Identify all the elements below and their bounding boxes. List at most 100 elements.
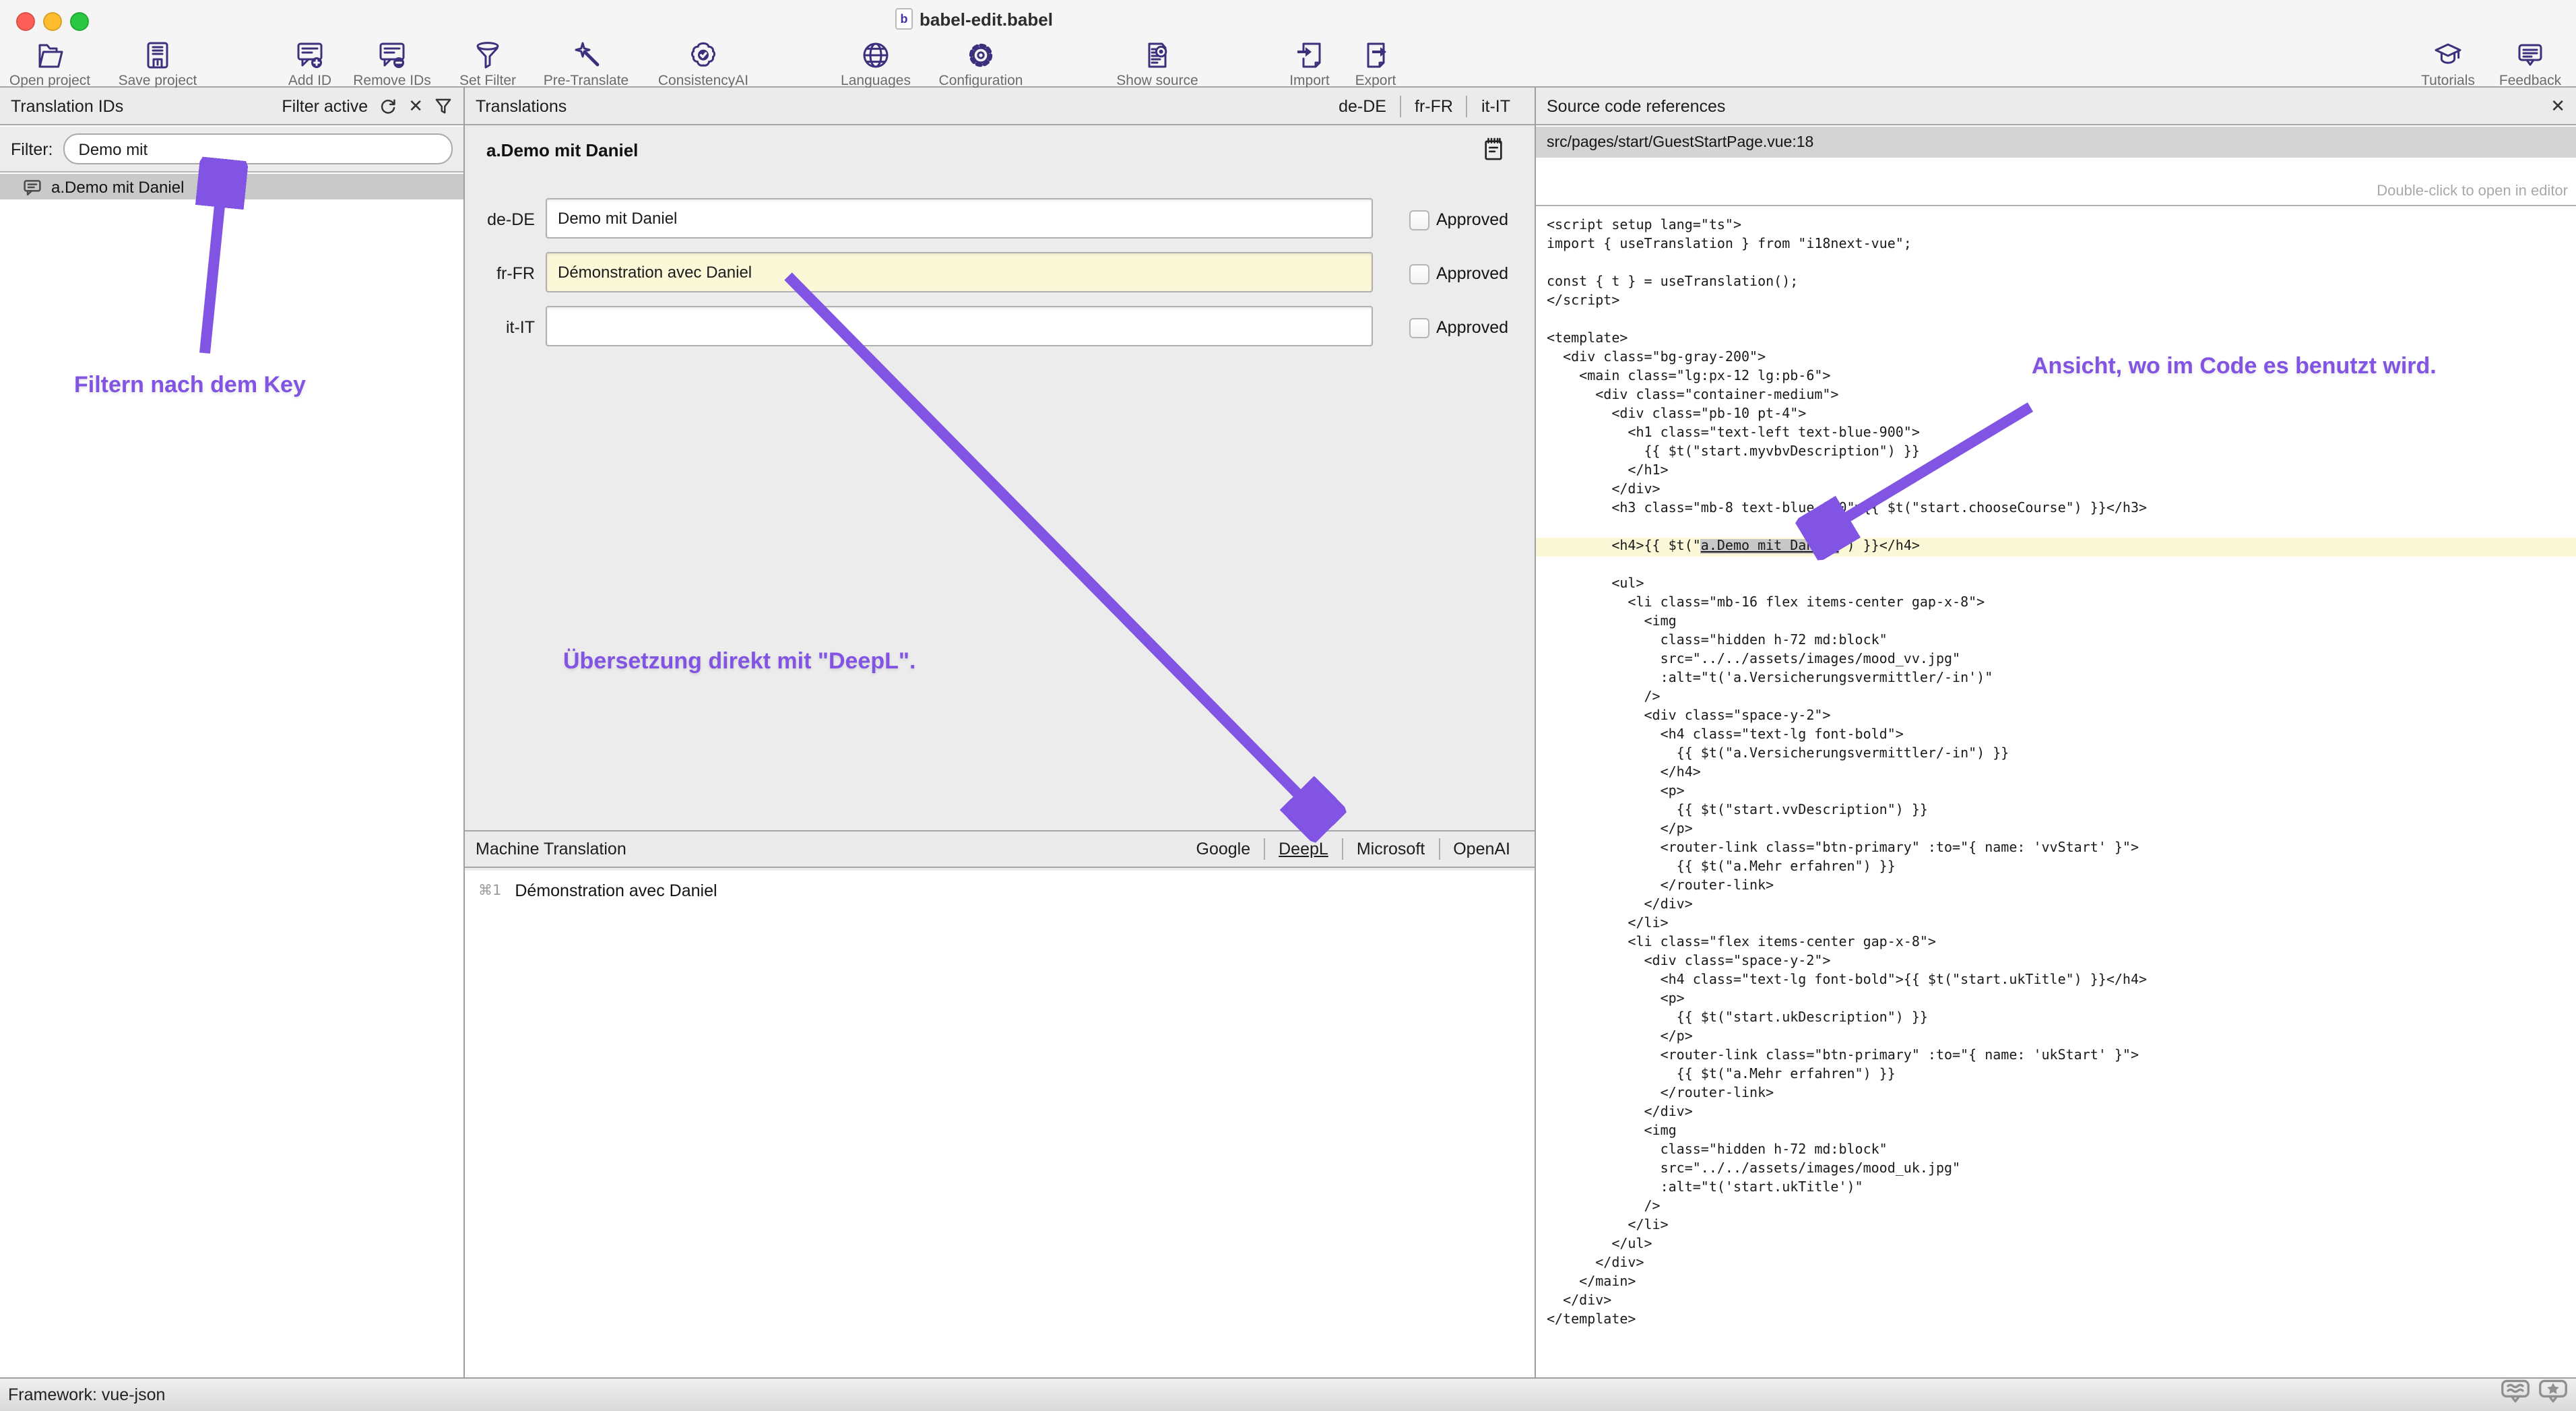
code-line: </p> bbox=[1536, 821, 2576, 840]
code-line: </template> bbox=[1536, 1311, 2576, 1330]
code-line: {{ $t("a.Mehr erfahren") }} bbox=[1536, 1066, 2576, 1085]
lang-tab-de-de[interactable]: de-DE bbox=[1325, 95, 1400, 117]
machine-translation-result-row[interactable]: ⌘1 Démonstration avec Daniel bbox=[465, 871, 1535, 900]
feedback-wave-icon[interactable] bbox=[2501, 1379, 2530, 1411]
code-line: </main> bbox=[1536, 1274, 2576, 1292]
machine-translation-result: Démonstration avec Daniel bbox=[515, 881, 717, 900]
provider-tab-microsoft[interactable]: Microsoft bbox=[1342, 838, 1438, 860]
translation-input-fr-FR[interactable] bbox=[546, 252, 1373, 292]
machine-translation-body: ⌘1 Démonstration avec Daniel bbox=[465, 871, 1535, 1377]
toolbar-label: Save project bbox=[77, 73, 238, 89]
lang-tab-it-it[interactable]: it-IT bbox=[1467, 95, 1524, 117]
code-line bbox=[1536, 557, 2576, 575]
toolbar-label: Export bbox=[1295, 73, 1456, 89]
annotation-deepl-note: Übersetzung direkt mit "DeepL". bbox=[563, 648, 915, 675]
code-line: import { useTranslation } from "i18next-… bbox=[1536, 236, 2576, 255]
provider-tab-google[interactable]: Google bbox=[1183, 838, 1264, 860]
provider-tabs: GoogleDeepLMicrosoftOpenAI bbox=[1183, 832, 1524, 867]
toolbar-label: ConsistencyAI bbox=[622, 73, 784, 89]
open-in-editor-hint: Double-click to open in editor bbox=[1536, 158, 2576, 206]
translation-id-list: a.Demo mit Daniel bbox=[0, 174, 463, 1377]
translation-id-item[interactable]: a.Demo mit Daniel bbox=[0, 174, 463, 199]
language-label: fr-FR bbox=[470, 252, 535, 295]
status-bar: Framework: vue-json bbox=[0, 1377, 2576, 1411]
toolbar-consistencyai[interactable]: ConsistencyAI bbox=[622, 39, 784, 89]
configuration-icon bbox=[900, 39, 1062, 71]
code-line: {{ $t("a.Mehr erfahren") }} bbox=[1536, 858, 2576, 877]
window-title-group: b babel-edit.babel bbox=[895, 8, 1053, 30]
translation-row-de-DE: de-DEApproved bbox=[465, 198, 1535, 241]
code-line: src="../../assets/images/mood_vv.jpg" bbox=[1536, 651, 2576, 670]
approved-checkbox-fr-FR[interactable] bbox=[1409, 264, 1429, 284]
code-line: <p> bbox=[1536, 783, 2576, 802]
source-references-header: Source code references ✕ bbox=[1536, 88, 2576, 125]
source-code-view: <script setup lang="ts">import { useTran… bbox=[1536, 212, 2576, 1377]
left-divider[interactable] bbox=[463, 88, 465, 1377]
code-line: </h1> bbox=[1536, 462, 2576, 481]
toolbar-label: Show source bbox=[1076, 73, 1238, 89]
code-line: :alt="t('a.Versicherungsvermittler/-in')… bbox=[1536, 670, 2576, 689]
language-label: de-DE bbox=[470, 198, 535, 241]
machine-translation-title: Machine Translation bbox=[476, 840, 626, 858]
approved-checkbox-it-IT[interactable] bbox=[1409, 318, 1429, 338]
code-line: </h4> bbox=[1536, 764, 2576, 783]
notes-icon[interactable] bbox=[1482, 136, 1505, 168]
approved-checkbox-de-DE[interactable] bbox=[1409, 210, 1429, 230]
code-line: <li class="mb-16 flex items-center gap-x… bbox=[1536, 594, 2576, 613]
machine-translation-header: Machine Translation GoogleDeepLMicrosoft… bbox=[465, 830, 1535, 868]
lang-tab-fr-fr[interactable]: fr-FR bbox=[1400, 95, 1467, 117]
toolbar-save-project[interactable]: Save project bbox=[77, 39, 238, 89]
code-line: <template> bbox=[1536, 330, 2576, 349]
code-line: <div class="space-y-2"> bbox=[1536, 953, 2576, 972]
clear-filter-icon[interactable]: ✕ bbox=[408, 97, 423, 115]
right-divider[interactable] bbox=[1535, 88, 1536, 1377]
code-line: </li> bbox=[1536, 1217, 2576, 1236]
translation-ids-panel: Translation IDs Filter active ✕ Filter: … bbox=[0, 88, 463, 1377]
code-line: <router-link class="btn-primary" :to="{ … bbox=[1536, 840, 2576, 858]
code-line: </router-link> bbox=[1536, 877, 2576, 896]
translation-input-de-DE[interactable] bbox=[546, 198, 1373, 239]
code-line: </div> bbox=[1536, 896, 2576, 915]
translation-row-fr-FR: fr-FR Approved bbox=[465, 252, 1535, 295]
filter-input[interactable] bbox=[64, 133, 453, 164]
code-line: /> bbox=[1536, 1198, 2576, 1217]
code-line: <h4>{{ $t("a.Demo mit Daniel") }}</h4> bbox=[1536, 538, 2576, 557]
language-tabs: de-DEfr-FRit-IT bbox=[1325, 88, 1524, 124]
source-references-title: Source code references bbox=[1547, 96, 1725, 115]
toolbar-feedback[interactable]: Feedback bbox=[2449, 39, 2576, 89]
save-project-icon bbox=[77, 39, 238, 71]
toolbar-configuration[interactable]: Configuration bbox=[900, 39, 1062, 89]
code-line: <img bbox=[1536, 613, 2576, 632]
code-line: </li> bbox=[1536, 915, 2576, 934]
code-line: </script> bbox=[1536, 292, 2576, 311]
code-line: </p> bbox=[1536, 1028, 2576, 1047]
provider-tab-deepl[interactable]: DeepL bbox=[1264, 838, 1342, 860]
toolbar-label: Feedback bbox=[2449, 73, 2576, 89]
filter-funnel-icon[interactable] bbox=[434, 96, 453, 115]
code-line bbox=[1536, 519, 2576, 538]
close-window-button[interactable] bbox=[16, 12, 35, 31]
code-line: {{ $t("start.vvDescription") }} bbox=[1536, 802, 2576, 821]
code-line: <h4 class="text-lg font-bold">{{ $t("sta… bbox=[1536, 972, 2576, 991]
approved-label: Approved bbox=[1436, 252, 1508, 295]
code-line: <div class="space-y-2"> bbox=[1536, 708, 2576, 726]
translations-title: Translations bbox=[476, 96, 567, 115]
show-source-icon bbox=[1076, 39, 1238, 71]
translation-row-it-IT: it-ITApproved bbox=[465, 306, 1535, 349]
close-panel-icon[interactable]: ✕ bbox=[2550, 97, 2565, 115]
code-line: <ul> bbox=[1536, 575, 2576, 594]
panels: Translation IDs Filter active ✕ Filter: … bbox=[0, 88, 2576, 1377]
provider-tab-openai[interactable]: OpenAI bbox=[1438, 838, 1524, 860]
approved-label: Approved bbox=[1436, 306, 1508, 349]
rate-star-icon[interactable] bbox=[2538, 1379, 2568, 1411]
file-reference-row[interactable]: src/pages/start/GuestStartPage.vue:18 bbox=[1536, 127, 2576, 158]
code-line: <script setup lang="ts"> bbox=[1536, 217, 2576, 236]
translation-input-it-IT[interactable] bbox=[546, 306, 1373, 346]
toolbar-export[interactable]: Export bbox=[1295, 39, 1456, 89]
minimize-window-button[interactable] bbox=[43, 12, 62, 31]
code-line: </router-link> bbox=[1536, 1085, 2576, 1104]
source-code-references-panel: Source code references ✕ src/pages/start… bbox=[1536, 88, 2576, 1377]
zoom-window-button[interactable] bbox=[70, 12, 89, 31]
refresh-icon[interactable] bbox=[379, 96, 397, 115]
toolbar-show-source[interactable]: Show source bbox=[1076, 39, 1238, 89]
